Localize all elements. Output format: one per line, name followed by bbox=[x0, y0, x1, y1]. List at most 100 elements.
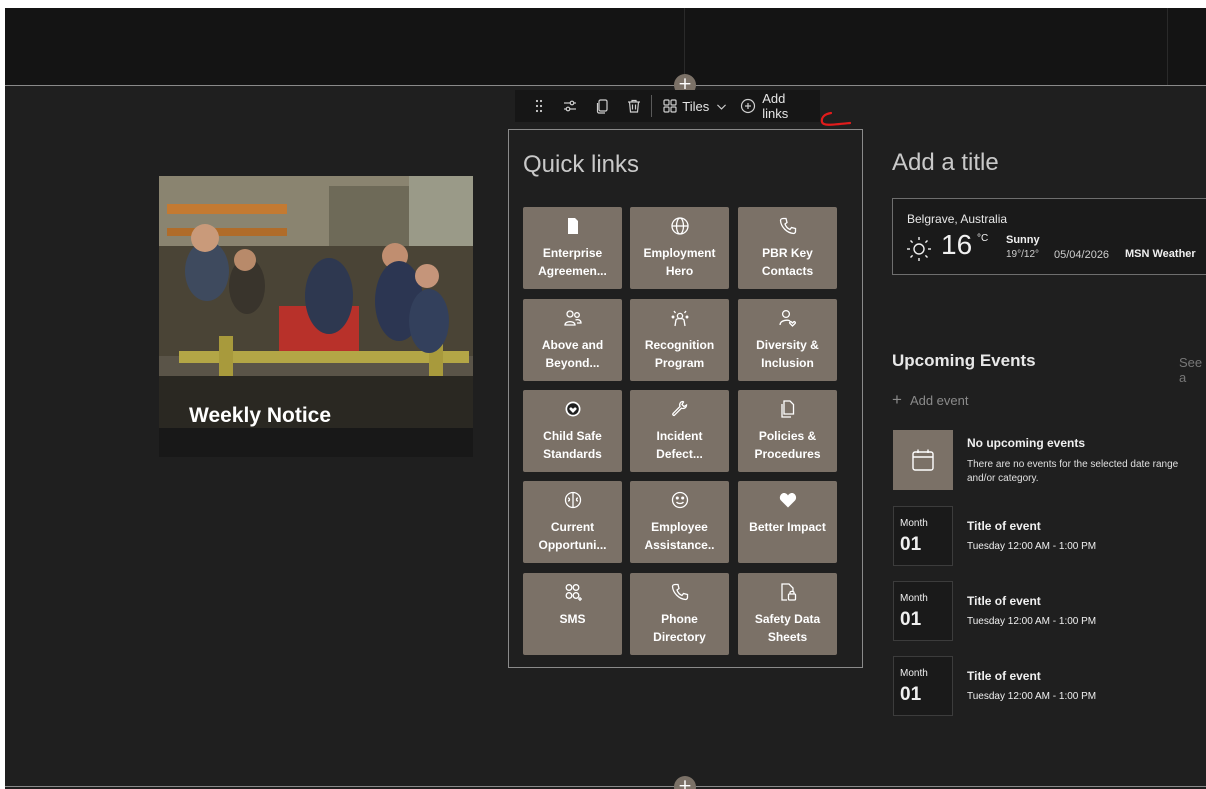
add-event-label: Add event bbox=[909, 392, 969, 408]
event-time: Tuesday 12:00 AM - 1:00 PM bbox=[967, 616, 1097, 627]
page-canvas: + + Tiles Add links Weekly Notice Quick … bbox=[5, 8, 1206, 789]
webpart-toolbar: Tiles Add links bbox=[515, 90, 820, 122]
quick-link-tile[interactable]: Phone Directory bbox=[630, 573, 729, 655]
section-title-placeholder[interactable]: Add a title bbox=[892, 149, 999, 177]
quick-link-tile[interactable]: Safety Data Sheets bbox=[738, 573, 837, 655]
event-date-box[interactable]: Month 01 bbox=[893, 581, 953, 641]
quick-link-label: SMS bbox=[559, 612, 586, 626]
quick-link-label: Above and Beyond... bbox=[541, 338, 604, 370]
quick-link-tile[interactable]: Employee Assistance.. bbox=[630, 481, 729, 563]
weather-condition: Sunny bbox=[1006, 234, 1040, 246]
add-links-label: Add links bbox=[762, 91, 789, 121]
section-divider bbox=[5, 786, 1206, 787]
quick-link-tile[interactable]: Current Opportuni... bbox=[523, 481, 622, 563]
layout-dropdown[interactable]: Tiles bbox=[656, 90, 734, 122]
weather-source: MSN Weather bbox=[1125, 248, 1196, 260]
quick-link-label: PBR Key Contacts bbox=[761, 246, 814, 278]
phone-icon bbox=[778, 215, 798, 237]
delete-icon[interactable] bbox=[618, 90, 650, 122]
quick-links-title[interactable]: Quick links bbox=[523, 151, 639, 179]
weather-high-low: 19°/12° bbox=[1006, 249, 1040, 260]
section-divider bbox=[5, 85, 1206, 86]
no-events-title: No upcoming events bbox=[967, 436, 1086, 450]
people-icon bbox=[563, 307, 583, 329]
quick-link-tile[interactable]: Child Safe Standards bbox=[523, 390, 622, 472]
heart-icon bbox=[778, 489, 798, 511]
smile-icon bbox=[670, 489, 690, 511]
celebrate-icon bbox=[670, 307, 690, 329]
events-title: Upcoming Events bbox=[892, 351, 1036, 370]
column-divider bbox=[1167, 8, 1168, 85]
quick-link-label: Enterprise Agreemen... bbox=[538, 246, 607, 278]
quick-link-label: Policies & Procedures bbox=[754, 429, 821, 461]
quick-link-tile[interactable]: Incident Defect... bbox=[630, 390, 729, 472]
weather-location: Belgrave, Australia bbox=[907, 212, 1008, 226]
quick-links-webpart: Quick links Enterprise Agreemen... Employ… bbox=[508, 129, 863, 668]
settings-sliders-icon[interactable] bbox=[555, 90, 587, 122]
add-event-button[interactable]: + Add event bbox=[892, 390, 968, 410]
event-time: Tuesday 12:00 AM - 1:00 PM bbox=[967, 691, 1097, 702]
quick-link-label: Better Impact bbox=[749, 520, 826, 534]
event-date-box[interactable]: Month 01 bbox=[893, 506, 953, 566]
document-icon bbox=[563, 215, 583, 237]
quick-link-label: Recognition Program bbox=[644, 338, 715, 370]
duplicate-icon[interactable] bbox=[586, 90, 618, 122]
event-title[interactable]: Title of event bbox=[967, 669, 1041, 683]
weather-date: 05/04/2026 bbox=[1054, 249, 1110, 261]
weather-unit: °C bbox=[977, 233, 989, 244]
weather-card[interactable]: Belgrave, Australia 16 °C Sunny 19°/12° … bbox=[892, 198, 1206, 275]
quick-link-tile[interactable]: PBR Key Contacts bbox=[738, 207, 837, 289]
image-card-title: Weekly Notice bbox=[189, 404, 332, 427]
tiles-grid-icon bbox=[662, 98, 678, 114]
quick-link-tile[interactable]: Diversity & Inclusion bbox=[738, 299, 837, 381]
quick-link-tile[interactable]: Policies & Procedures bbox=[738, 390, 837, 472]
event-month: Month bbox=[900, 518, 928, 529]
chevron-down-icon bbox=[715, 100, 728, 113]
person-heart-icon bbox=[778, 307, 798, 329]
add-section-button-bottom[interactable]: + bbox=[674, 776, 696, 789]
event-month: Month bbox=[900, 668, 928, 679]
people-add-icon bbox=[563, 581, 583, 603]
quick-link-label: Safety Data Sheets bbox=[754, 612, 821, 644]
quick-link-label: Employee Assistance.. bbox=[644, 520, 715, 552]
event-day: 01 bbox=[900, 534, 922, 555]
quick-link-label: Employment Hero bbox=[643, 246, 716, 278]
event-title[interactable]: Title of event bbox=[967, 594, 1041, 608]
toolbar-separator bbox=[651, 95, 653, 117]
document-lock-icon bbox=[778, 581, 798, 603]
wrench-icon bbox=[670, 398, 690, 420]
badge-heart-icon bbox=[563, 398, 583, 420]
hero-image-card[interactable]: Weekly Notice bbox=[159, 176, 473, 457]
sun-icon bbox=[905, 235, 933, 268]
event-day: 01 bbox=[900, 684, 922, 705]
quick-link-label: Phone Directory bbox=[653, 612, 706, 644]
event-month: Month bbox=[900, 593, 928, 604]
quick-link-label: Diversity & Inclusion bbox=[756, 338, 819, 370]
top-section bbox=[5, 8, 1206, 85]
event-date-box[interactable]: Month 01 bbox=[893, 656, 953, 716]
quick-link-tile[interactable]: SMS bbox=[523, 573, 622, 655]
layout-label: Tiles bbox=[682, 98, 710, 114]
globe-icon bbox=[670, 215, 690, 237]
event-title[interactable]: Title of event bbox=[967, 519, 1041, 533]
quick-link-tile[interactable]: Above and Beyond... bbox=[523, 299, 622, 381]
see-all-link[interactable]: See a bbox=[1179, 355, 1206, 385]
no-events-description: There are no events for the selected dat… bbox=[967, 459, 1179, 484]
quick-link-label: Child Safe Standards bbox=[543, 429, 602, 461]
quick-link-tile[interactable]: Recognition Program bbox=[630, 299, 729, 381]
event-day: 01 bbox=[900, 609, 922, 630]
phone-icon bbox=[670, 581, 690, 603]
plus-icon: + bbox=[892, 390, 902, 409]
quick-link-label: Incident Defect... bbox=[656, 429, 703, 461]
quick-link-tile[interactable]: Enterprise Agreemen... bbox=[523, 207, 622, 289]
quick-link-tile[interactable]: Employment Hero bbox=[630, 207, 729, 289]
drag-handle-icon[interactable] bbox=[523, 90, 555, 122]
documents-icon bbox=[778, 398, 798, 420]
workshop-photo bbox=[159, 176, 473, 428]
quick-link-tile[interactable]: Better Impact bbox=[738, 481, 837, 563]
calendar-icon bbox=[893, 430, 953, 490]
event-time: Tuesday 12:00 AM - 1:00 PM bbox=[967, 541, 1097, 552]
add-links-button[interactable]: Add links bbox=[734, 90, 820, 122]
weather-temperature: 16 bbox=[941, 229, 973, 260]
quick-link-label: Current Opportuni... bbox=[538, 520, 607, 552]
